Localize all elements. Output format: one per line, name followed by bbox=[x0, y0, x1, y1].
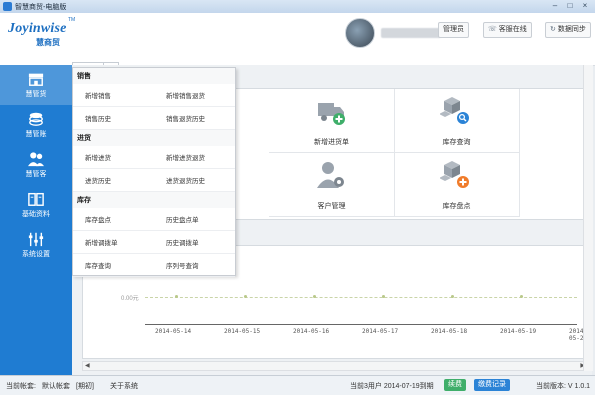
app-icon bbox=[3, 2, 12, 11]
menu-section-title: 销售 bbox=[73, 68, 235, 84]
boxes-add-icon bbox=[440, 161, 469, 188]
menu-item-sale-history[interactable]: 销售历史 bbox=[73, 107, 154, 130]
status-bar: 当前帐套: 默认帐套 [期初] 关于系统 当前3用户 2014-07-19到期 … bbox=[0, 375, 595, 395]
tile-stock-count[interactable]: 库存盘点 bbox=[394, 153, 520, 217]
payment-record-button[interactable]: 缴费记录 bbox=[474, 379, 510, 391]
logo-brand: Joyinwise bbox=[8, 21, 67, 36]
window-title: 智慧商贸-电脑版 bbox=[15, 4, 67, 11]
x-tick-label: 2014-05-17 bbox=[362, 328, 399, 335]
tile-customer-management[interactable]: 客户管理 bbox=[269, 153, 395, 217]
sidebar-item-label: 基础资料 bbox=[22, 211, 50, 218]
goods-menu-dropdown: 销售 新增销售 新增销售退货 销售历史 销售退货历史 进货 新增进货 新增进货退… bbox=[72, 67, 236, 277]
avatar[interactable] bbox=[345, 18, 375, 48]
renew-button[interactable]: 续费 bbox=[444, 379, 466, 391]
sidebar-item-accounts[interactable]: 慧管账 bbox=[0, 105, 72, 145]
data-sync-label: 数据同步 bbox=[557, 26, 586, 33]
menu-item-sale-return-history[interactable]: 销售退货历史 bbox=[154, 107, 235, 130]
menu-section-title: 进货 bbox=[73, 130, 235, 146]
x-axis bbox=[145, 324, 577, 325]
y-tick-label: 0.00元 bbox=[121, 296, 139, 302]
coins-icon bbox=[29, 112, 43, 126]
logo-chinese-name: 慧商贸 bbox=[36, 38, 60, 47]
book-icon bbox=[28, 192, 44, 206]
menu-item-purchase-return-history[interactable]: 进货退货历史 bbox=[154, 169, 235, 192]
customers-icon bbox=[28, 152, 44, 167]
store-icon bbox=[28, 73, 44, 86]
series-line bbox=[145, 297, 577, 298]
maximize-icon[interactable]: □ bbox=[564, 1, 576, 11]
menu-item-new-purchase-return[interactable]: 新增进货退货 bbox=[154, 146, 235, 169]
sidebar-item-label: 慧管货 bbox=[25, 91, 47, 98]
menu-section-purchase: 新增进货 新增进货退货 进货历史 进货退货历史 bbox=[73, 146, 235, 192]
username-blurred bbox=[381, 28, 441, 38]
menu-section-stock: 库存盘点 历史盘点单 新增调拨单 历史调拨单 库存查询 序列号查询 bbox=[73, 208, 235, 277]
tile-label: 客户管理 bbox=[317, 203, 346, 210]
truck-add-icon bbox=[318, 103, 345, 125]
account-label: 当前帐套: bbox=[6, 383, 36, 390]
customer-settings-icon bbox=[317, 162, 344, 188]
license-expiry: 当前3用户 2014-07-19到期 bbox=[350, 383, 434, 390]
period-label: [期初] bbox=[76, 383, 94, 390]
minimize-icon[interactable]: – bbox=[549, 1, 561, 11]
data-point bbox=[451, 295, 454, 298]
data-point bbox=[244, 295, 247, 298]
data-point bbox=[313, 295, 316, 298]
x-tick-label: 2014-05-18 bbox=[431, 328, 468, 335]
menu-item-purchase-history[interactable]: 进货历史 bbox=[73, 169, 154, 192]
window-controls: – □ × bbox=[549, 1, 591, 11]
menu-item-new-purchase[interactable]: 新增进货 bbox=[73, 146, 154, 169]
sidebar-item-basic-data[interactable]: 基础资料 bbox=[0, 185, 72, 225]
about-system-link[interactable]: 关于系统 bbox=[110, 381, 138, 391]
sync-icon: ↻ bbox=[550, 26, 556, 33]
data-point bbox=[382, 295, 385, 298]
tile-stock-query[interactable]: 库存查询 bbox=[394, 89, 520, 153]
menu-section-title: 库存 bbox=[73, 192, 235, 208]
sidebar-item-goods[interactable]: 慧管货 bbox=[0, 65, 72, 105]
sidebar-item-settings[interactable]: 系统设置 bbox=[0, 225, 72, 265]
boxes-search-icon bbox=[440, 97, 469, 124]
sidebar: 慧管货 慧管账 慧管客 基础资料 系统设置 bbox=[0, 65, 72, 375]
menu-item-count-history[interactable]: 历史盘点单 bbox=[154, 208, 235, 231]
menu-section-sales: 新增销售 新增销售退货 销售历史 销售退货历史 bbox=[73, 84, 235, 130]
x-tick-label: 2014-05-19 bbox=[500, 328, 537, 335]
sidebar-item-label: 系统设置 bbox=[22, 251, 50, 258]
vertical-scrollbar[interactable] bbox=[583, 65, 593, 371]
logo-trademark: TM bbox=[68, 17, 76, 23]
tile-new-purchase[interactable]: 新增进货单 bbox=[269, 89, 395, 153]
menu-item-serial-query[interactable]: 序列号查询 bbox=[154, 254, 235, 277]
close-icon[interactable]: × bbox=[579, 1, 591, 11]
sliders-icon bbox=[28, 232, 44, 247]
menu-item-stock-count[interactable]: 库存盘点 bbox=[73, 208, 154, 231]
tile-label: 库存查询 bbox=[442, 139, 471, 146]
x-tick-label: 2014-05-15 bbox=[224, 328, 261, 335]
data-point bbox=[520, 295, 523, 298]
sidebar-item-label: 慧管客 bbox=[25, 171, 47, 178]
title-bar: 智慧商贸-电脑版 – □ × bbox=[0, 0, 595, 14]
menu-item-transfer-history[interactable]: 历史调拨单 bbox=[154, 231, 235, 254]
x-tick-label: 2014-05-16 bbox=[293, 328, 330, 335]
horizontal-scrollbar[interactable]: ◀ ▶ bbox=[82, 361, 588, 371]
user-area bbox=[345, 18, 441, 48]
tile-label: 新增进货单 bbox=[314, 139, 349, 146]
menu-item-new-transfer[interactable]: 新增调拨单 bbox=[73, 231, 154, 254]
menu-item-new-sale-return[interactable]: 新增销售退货 bbox=[154, 84, 235, 107]
menu-item-stock-query[interactable]: 库存查询 bbox=[73, 254, 154, 277]
logo: Joyinwise TM 慧商贸 bbox=[8, 17, 75, 48]
admin-button[interactable]: 管理员 bbox=[438, 22, 469, 38]
data-point bbox=[175, 295, 178, 298]
menu-item-new-sale[interactable]: 新增销售 bbox=[73, 84, 154, 107]
scroll-left-icon[interactable]: ◀ bbox=[85, 362, 90, 370]
customer-service-label: 客服在线 bbox=[498, 26, 527, 33]
account-value: 默认帐套 bbox=[42, 383, 70, 390]
version-label: 当前版本: V 1.0.1 bbox=[536, 383, 591, 390]
tile-label: 库存盘点 bbox=[442, 203, 471, 210]
customer-service-button[interactable]: ☏ 客服在线 bbox=[483, 22, 532, 38]
data-sync-button[interactable]: ↻ 数据同步 bbox=[545, 22, 591, 38]
app-header: Joyinwise TM 慧商贸 管理员 ☏客服在线 ↻数据同步 首页 ⌵ bbox=[0, 13, 595, 78]
chat-icon: ☏ bbox=[488, 26, 497, 33]
x-tick-label: 2014-05-14 bbox=[155, 328, 192, 335]
sidebar-item-label: 慧管账 bbox=[25, 131, 47, 138]
sidebar-item-customers[interactable]: 慧管客 bbox=[0, 145, 72, 185]
